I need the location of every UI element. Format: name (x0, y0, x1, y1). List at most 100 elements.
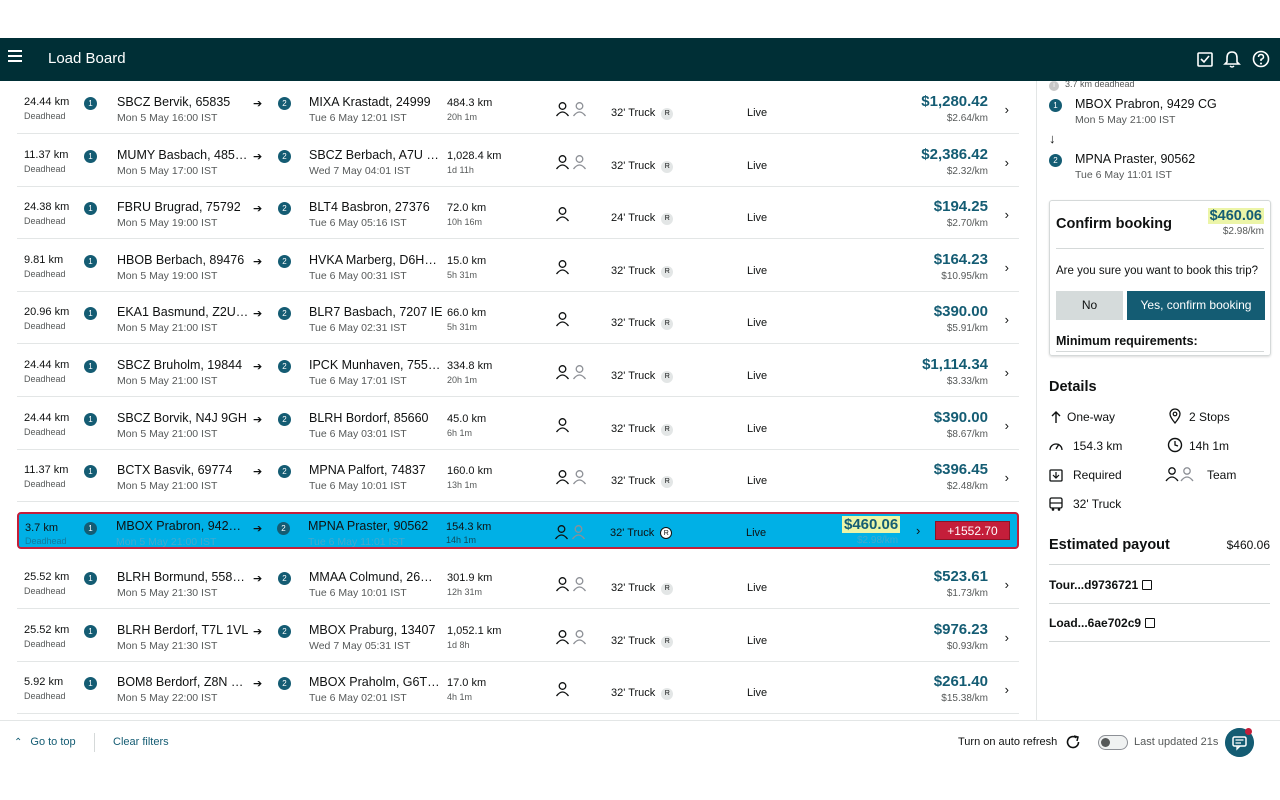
chevron-right-icon[interactable]: › (1005, 207, 1009, 222)
load-row[interactable]: 9.81 km Deadhead 1 HBOB Berbach, 89476 M… (17, 240, 1019, 292)
trip-distance: 334.8 km (447, 360, 493, 372)
panel-deadhead: i 3.7 km deadhead (1049, 81, 1135, 91)
load-row[interactable]: 11.37 km Deadhead 1 MUMY Basbach, 485… M… (17, 135, 1019, 187)
destination-time: Tue 6 May 03:01 IST (309, 428, 407, 440)
origin-time: Mon 5 May 21:30 IST (117, 640, 218, 652)
driver-icon (555, 418, 570, 433)
equipment-type: 32' Truck R (611, 265, 674, 278)
stop-1-marker: 1 (84, 202, 97, 215)
trip-duration: 13h 1m (447, 480, 478, 490)
origin-time: Mon 5 May 21:00 IST (117, 322, 218, 334)
deadhead-distance: 24.44 km (24, 359, 70, 371)
load-row[interactable]: 11.37 km Deadhead 1 BCTX Basvik, 69774 M… (17, 450, 1019, 502)
divider (1049, 641, 1270, 642)
chevron-right-icon[interactable]: › (1005, 577, 1009, 592)
inbox-check-icon[interactable] (1195, 49, 1215, 69)
chevron-right-icon[interactable]: › (1005, 155, 1009, 170)
load-row[interactable]: 20.96 km Deadhead 1 EKA1 Basmund, Z2U… M… (17, 292, 1019, 344)
load-price: $194.25 (933, 198, 988, 215)
equipment-type: 32' Truck R (611, 107, 674, 120)
origin-location: SBCZ Bervik, 65835 (117, 95, 231, 109)
load-type: Live (747, 582, 768, 594)
trip-duration: 6h 1m (447, 428, 473, 438)
chevron-right-icon[interactable]: › (1005, 312, 1009, 327)
confirm-booking-box: Confirm booking $460.06 $2.98/km Are you… (1049, 200, 1271, 356)
driver-icon (555, 630, 570, 645)
copy-icon[interactable] (1145, 618, 1156, 628)
deadhead-label: Deadhead (24, 374, 66, 384)
clock-icon (1167, 437, 1183, 453)
trip-distance: 15.0 km (447, 255, 487, 267)
origin-location: MBOX Prabron, 942… (116, 519, 242, 533)
load-row[interactable]: 25.52 km Deadhead 1 BLRH Bormund, 558… M… (17, 557, 1019, 609)
load-price: $523.61 (933, 568, 988, 585)
deadhead-label: Deadhead (24, 164, 66, 174)
deadhead-distance: 3.7 km (25, 522, 59, 534)
load-type: Live (747, 475, 768, 487)
load-row[interactable]: 24.44 km Deadhead 1 SBCZ Bruholm, 19844 … (17, 345, 1019, 397)
tour-id: Tour...d9736721 (1049, 578, 1153, 592)
load-row[interactable]: 25.52 km Deadhead 1 BLRH Berdorf, T7L 1V… (17, 610, 1019, 662)
deadhead-label: Deadhead (25, 536, 67, 546)
trip-type: One-way (1067, 410, 1116, 424)
confirm-booking-button[interactable]: Yes, confirm booking (1127, 291, 1265, 320)
stop-2-marker: 2 (278, 255, 291, 268)
detail-duration: 14h 1m (1189, 439, 1230, 453)
auto-refresh-toggle[interactable] (1098, 735, 1128, 750)
load-type: Live (747, 370, 768, 382)
chevron-right-icon[interactable]: › (1005, 418, 1009, 433)
chevron-right-icon[interactable]: › (1005, 365, 1009, 380)
trip-duration: 20h 1m (447, 112, 478, 122)
trip-distance: 154.3 km (446, 521, 492, 533)
trip-distance: 72.0 km (447, 202, 487, 214)
clear-filters-link[interactable]: Clear filters (113, 736, 169, 748)
go-to-top-link[interactable]: ⌃ Go to top (14, 736, 76, 748)
chevron-right-icon[interactable]: › (1005, 470, 1009, 485)
divider (1049, 564, 1270, 565)
help-icon[interactable] (1251, 49, 1271, 69)
truck-icon (1049, 497, 1063, 511)
chevron-right-icon[interactable]: › (1005, 102, 1009, 117)
deadhead-label: Deadhead (24, 427, 66, 437)
r-badge: R (661, 636, 674, 648)
chevron-right-icon[interactable]: › (916, 523, 920, 538)
origin-time: Mon 5 May 19:00 IST (117, 217, 218, 229)
r-badge: R (661, 108, 674, 120)
deadhead-label: Deadhead (24, 691, 66, 701)
origin-time: Mon 5 May 21:00 IST (117, 428, 218, 440)
arrow-down-icon: ↓ (1049, 131, 1056, 146)
destination-location: MMAA Colmund, 26… (309, 570, 433, 584)
selected-load-row[interactable]: 3.7 km Deadhead 1 MBOX Prabron, 942… Mon… (17, 512, 1019, 549)
stop-1-marker: 1 (84, 360, 97, 373)
bid-amount-badge[interactable]: +1552.70 (935, 521, 1010, 540)
destination-time: Tue 6 May 02:01 IST (309, 692, 407, 704)
arrow-right-icon: ➔ (253, 626, 263, 638)
load-row[interactable]: 5.92 km Deadhead 1 BOM8 Berdorf, Z8N … M… (17, 662, 1019, 714)
load-row[interactable]: 24.44 km Deadhead 1 SBCZ Borvik, N4J 9GH… (17, 398, 1019, 450)
load-type: Live (746, 527, 767, 539)
trip-distance: 160.0 km (447, 465, 493, 477)
chevron-right-icon[interactable]: › (1005, 630, 1009, 645)
rate-per-km: $3.33/km (946, 376, 988, 387)
no-button[interactable]: No (1056, 291, 1123, 320)
load-row[interactable]: 24.38 km Deadhead 1 FBRU Brugrad, 75792 … (17, 187, 1019, 239)
load-type: Live (747, 423, 768, 435)
bell-icon[interactable] (1222, 49, 1242, 69)
divider (1056, 248, 1264, 249)
origin-location: MUMY Basbach, 485… (117, 148, 248, 162)
stop-2-marker: 2 (278, 97, 291, 110)
driver-icon (555, 207, 570, 222)
menu-icon[interactable] (8, 50, 22, 64)
team-driver-icon (572, 365, 587, 380)
load-row[interactable]: 24.44 km Deadhead 1 SBCZ Bervik, 65835 M… (17, 82, 1019, 134)
copy-icon[interactable] (1142, 580, 1153, 590)
equipment-type: 32' Truck R (611, 370, 674, 383)
r-badge: R (661, 161, 674, 173)
deadhead-label: Deadhead (24, 586, 66, 596)
chevron-right-icon[interactable]: › (1005, 260, 1009, 275)
chevron-right-icon[interactable]: › (1005, 682, 1009, 697)
destination-time: Tue 6 May 10:01 IST (309, 587, 407, 599)
destination-time: Tue 6 May 02:31 IST (309, 322, 407, 334)
destination-time: Tue 6 May 05:16 IST (309, 217, 407, 229)
refresh-icon[interactable] (1064, 733, 1082, 751)
